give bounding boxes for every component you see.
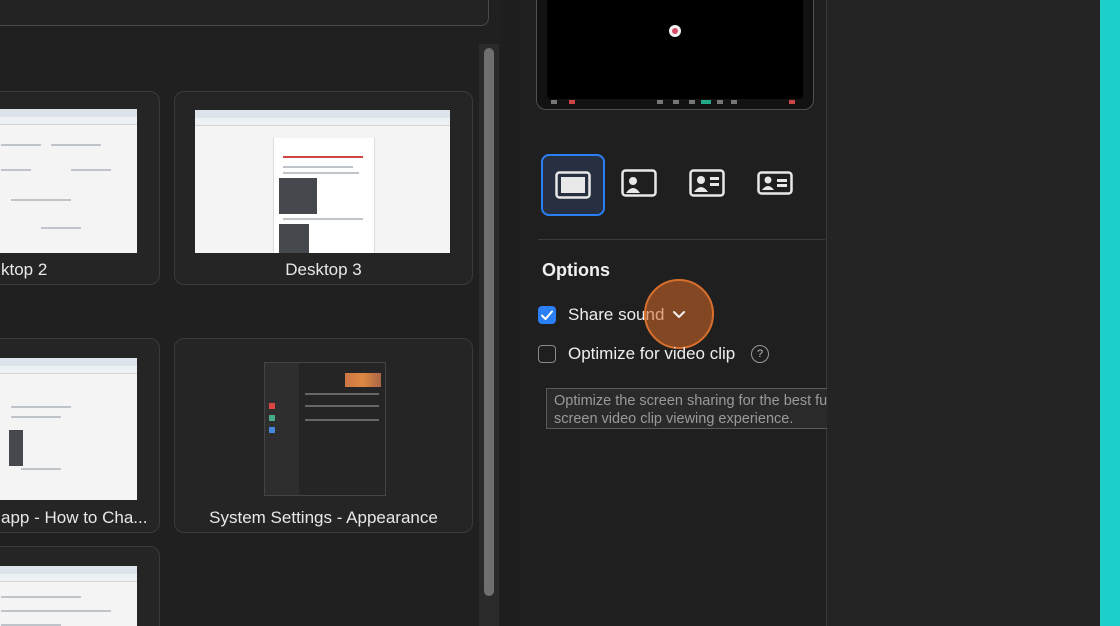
tile-label: Desktop 3 [285, 260, 362, 279]
optimize-video-checkbox[interactable] [538, 345, 556, 363]
tile-system-settings[interactable]: System Settings - Appearance [174, 338, 473, 533]
system-settings-thumbnail [264, 362, 386, 496]
share-source-list: ktop 2 Desktop 3 app - How to Cha... Sys… [0, 0, 500, 626]
partial-thumbnail [0, 566, 137, 626]
preview-screen [547, 0, 803, 99]
tile-label: app - How to Cha... [1, 508, 148, 527]
share-sound-dropdown-chevron-icon[interactable] [668, 304, 690, 324]
tile-desktop-3[interactable]: Desktop 3 [174, 91, 473, 285]
window-edge [1100, 0, 1120, 626]
screen-only-icon [555, 171, 591, 199]
checkmark-icon [541, 310, 553, 320]
layout-picture-in-picture-button[interactable] [609, 154, 669, 212]
preview-cursor-icon [669, 25, 681, 37]
app-window-thumbnail [0, 358, 137, 500]
desktop-2-thumbnail [0, 109, 137, 253]
layout-presenter-card-button[interactable] [745, 154, 805, 212]
share-sound-checkbox[interactable] [538, 306, 556, 324]
picture-in-picture-icon [621, 169, 657, 197]
desktop-3-thumbnail [195, 110, 450, 253]
options-title: Options [542, 260, 610, 280]
optimize-video-tooltip: Optimize the screen sharing for the best… [546, 388, 868, 429]
layout-presenter-left-button[interactable] [677, 154, 737, 212]
tile-partial-bottom[interactable] [0, 546, 160, 626]
tile-label: System Settings - Appearance [209, 508, 438, 527]
presenter-left-icon [689, 169, 725, 197]
section-divider [538, 239, 825, 240]
tile-app-window[interactable]: app - How to Cha... [0, 338, 160, 533]
background-area [827, 0, 1100, 626]
optimize-video-label[interactable]: Optimize for video clip [568, 344, 735, 364]
share-preview [536, 0, 814, 110]
help-icon[interactable]: ? [751, 345, 769, 363]
layout-screen-only-button[interactable] [541, 154, 605, 216]
tile-label: ktop 2 [1, 260, 48, 279]
preview-toolbar [551, 100, 795, 104]
share-source-header-box [0, 0, 489, 26]
presenter-card-icon [757, 171, 793, 195]
tile-desktop-2[interactable]: ktop 2 [0, 91, 160, 285]
scrollbar-thumb[interactable] [484, 48, 494, 596]
